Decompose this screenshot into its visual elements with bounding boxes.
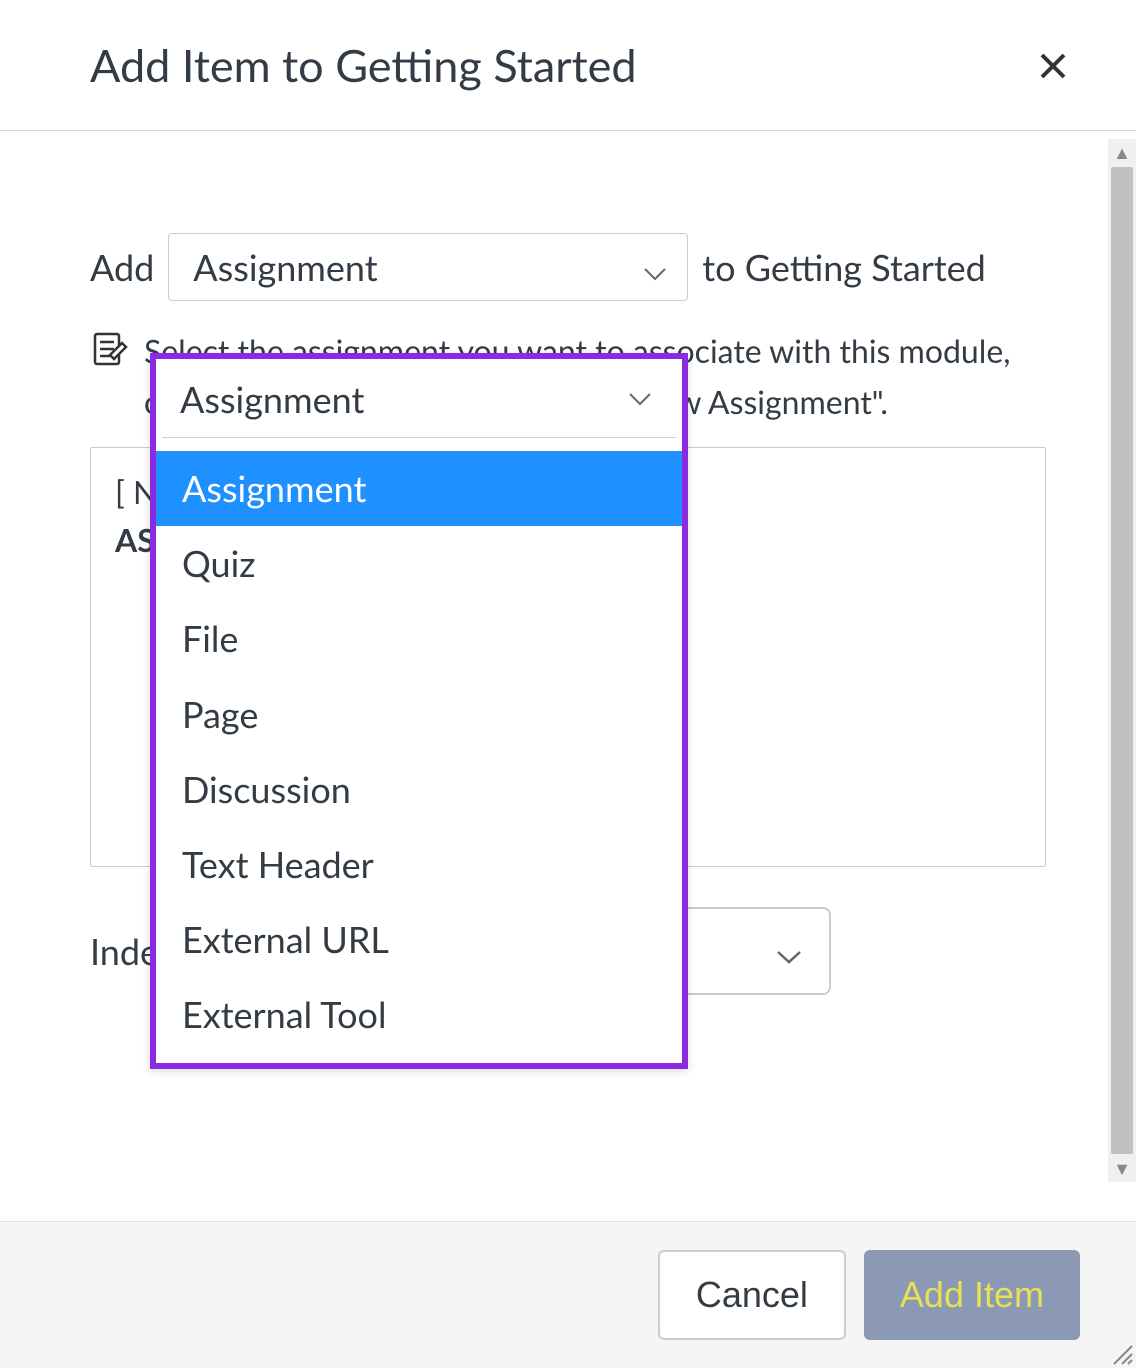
item-type-dropdown-panel: Assignment Assignment Quiz File Page Dis… bbox=[150, 353, 688, 1069]
add-item-button[interactable]: Add Item bbox=[864, 1250, 1080, 1340]
item-type-selected-label: Assignment bbox=[193, 231, 377, 303]
dropdown-option-page[interactable]: Page bbox=[156, 677, 682, 752]
assignment-icon bbox=[90, 329, 130, 382]
add-prefix-text: Add bbox=[90, 231, 154, 303]
dropdown-divider bbox=[162, 437, 676, 438]
add-type-line: Add Assignment to Getting Started bbox=[90, 231, 1046, 303]
dropdown-option-external-url[interactable]: External URL bbox=[156, 902, 682, 977]
scrollbar-thumb[interactable] bbox=[1111, 167, 1133, 1154]
chevron-down-icon bbox=[775, 929, 803, 973]
dropdown-option-assignment[interactable]: Assignment bbox=[156, 451, 682, 526]
item-type-select[interactable]: Assignment bbox=[168, 233, 688, 301]
close-button[interactable] bbox=[1030, 40, 1076, 90]
close-icon bbox=[1038, 51, 1068, 81]
dropdown-option-text-header[interactable]: Text Header bbox=[156, 827, 682, 902]
modal-header: Add Item to Getting Started bbox=[0, 0, 1136, 131]
dropdown-options-list: Assignment Quiz File Page Discussion Tex… bbox=[156, 359, 682, 1063]
modal-title: Add Item to Getting Started bbox=[90, 38, 637, 92]
dropdown-option-file[interactable]: File bbox=[156, 601, 682, 676]
scroll-down-arrow[interactable]: ▼ bbox=[1113, 1155, 1131, 1182]
dropdown-option-external-tool[interactable]: External Tool bbox=[156, 977, 682, 1052]
modal-body: Add Assignment to Getting Started bbox=[0, 131, 1136, 1221]
modal-footer: Cancel Add Item bbox=[0, 1221, 1136, 1368]
chevron-down-icon bbox=[643, 231, 667, 303]
scroll-up-arrow[interactable]: ▲ bbox=[1113, 139, 1131, 166]
dropdown-option-quiz[interactable]: Quiz bbox=[156, 526, 682, 601]
cancel-button[interactable]: Cancel bbox=[658, 1250, 846, 1340]
add-suffix-text: to Getting Started bbox=[702, 231, 986, 303]
vertical-scrollbar[interactable]: ▲ ▼ bbox=[1108, 139, 1136, 1182]
add-item-modal: Add Item to Getting Started Add Assignme… bbox=[0, 0, 1136, 1368]
dropdown-option-discussion[interactable]: Discussion bbox=[156, 752, 682, 827]
resize-grip[interactable] bbox=[1108, 1340, 1134, 1366]
